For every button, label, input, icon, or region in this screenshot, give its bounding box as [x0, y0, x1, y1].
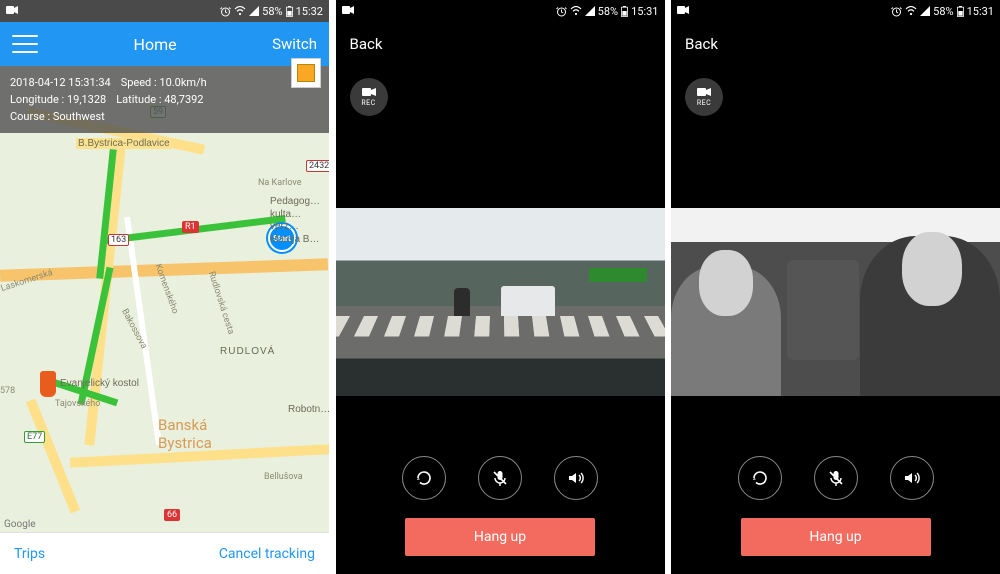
label-rudlovska: Rudlovská cesta: [206, 270, 236, 335]
android-status-bar: 58% 15:31: [336, 0, 665, 22]
google-attribution: Google: [4, 519, 36, 530]
speaker-button[interactable]: [554, 456, 598, 500]
android-status-bar: 58% 15:31: [671, 0, 1000, 22]
label-tajovskeho: Tajovského: [55, 399, 100, 409]
alarm-icon: [556, 6, 567, 17]
video-feed-front[interactable]: [336, 208, 665, 396]
battery-pct: 58%: [933, 5, 953, 18]
video-feed-interior[interactable]: [671, 208, 1000, 396]
info-latitude: 48,7392: [164, 93, 203, 106]
video-header: Back: [671, 22, 1000, 66]
label-rudlova: RUDLOVÁ: [220, 346, 275, 357]
status-time: 15:32: [296, 5, 323, 18]
mic-mute-button[interactable]: [814, 456, 858, 500]
record-button[interactable]: REC: [685, 78, 723, 116]
battery-pct: 58%: [262, 5, 282, 18]
back-button[interactable]: Back: [685, 35, 718, 53]
label-pedagog: Pedagog… kulta… verz… Mateja B…: [270, 196, 320, 246]
alarm-icon: [891, 6, 902, 17]
rec-label: REC: [361, 100, 375, 107]
wifi-icon: [570, 6, 582, 16]
label-elev578: 578: [0, 386, 15, 396]
video-header: Back: [336, 22, 665, 66]
call-controls: [671, 456, 1000, 500]
label-city: Banská Bystrica: [158, 416, 212, 452]
menu-icon[interactable]: [12, 35, 38, 53]
alarm-icon: [220, 6, 231, 17]
cancel-tracking-button[interactable]: Cancel tracking: [219, 546, 315, 562]
camera-icon: [697, 87, 711, 99]
road-shield-r1: R1: [182, 221, 199, 233]
video-screen-front: 58% 15:31 Back REC Hang up: [336, 0, 665, 574]
switch-button[interactable]: Switch: [272, 35, 317, 53]
rec-label: REC: [697, 100, 711, 107]
refresh-button[interactable]: [738, 456, 782, 500]
map-screen: 58% 15:32 Home Switch Start 163 R1 59 E7…: [0, 0, 329, 574]
battery-icon: [286, 6, 293, 17]
map-layers-button[interactable]: [291, 58, 321, 88]
status-time: 15:31: [631, 5, 658, 18]
mic-mute-button[interactable]: [478, 456, 522, 500]
app-bar: Home Switch: [0, 22, 329, 66]
battery-icon: [957, 6, 964, 17]
road-shield-e77: E77: [24, 431, 45, 443]
car-marker[interactable]: [40, 371, 56, 397]
camcorder-icon: [342, 5, 354, 18]
label-bellusova: Bellušova: [264, 472, 303, 482]
camera-icon: [362, 87, 376, 99]
battery-icon: [621, 6, 628, 17]
video-screen-interior: 58% 15:31 Back REC Hang up: [671, 0, 1000, 574]
hang-up-button[interactable]: Hang up: [741, 518, 931, 556]
label-podlavice: B.Bystrica-Podlavice: [76, 138, 172, 149]
info-timestamp: 2018-04-12 15:31:34: [10, 74, 111, 91]
label-robotn: Robotn…: [288, 404, 329, 415]
back-button[interactable]: Back: [350, 35, 383, 53]
road-shield-2432: 2432: [306, 160, 329, 172]
map-canvas[interactable]: Start 163 R1 59 E77 66 2432 B.Bystrica-P…: [0, 66, 329, 532]
signal-icon: [585, 6, 595, 16]
wifi-icon: [234, 6, 246, 16]
hang-up-button[interactable]: Hang up: [405, 518, 595, 556]
road-shield-163: 163: [108, 234, 129, 246]
refresh-button[interactable]: [402, 456, 446, 500]
tracking-info-overlay: 2018-04-12 15:31:34 Speed : 10.0km/h Lon…: [0, 66, 329, 133]
signal-icon: [920, 6, 930, 16]
info-longitude: 19,1328: [67, 93, 106, 106]
signal-icon: [249, 6, 259, 16]
label-na-karlove: Na Karlove: [258, 178, 301, 188]
label-evanjelicky: Evanjelický kostol: [60, 378, 139, 389]
wifi-icon: [905, 6, 917, 16]
info-speed: 10.0km/h: [159, 76, 206, 89]
road-shield-66: 66: [164, 509, 180, 521]
page-title: Home: [134, 35, 177, 54]
call-controls: [336, 456, 665, 500]
battery-pct: 58%: [598, 5, 618, 18]
speaker-button[interactable]: [890, 456, 934, 500]
android-status-bar: 58% 15:32: [0, 0, 329, 22]
camcorder-icon: [6, 5, 18, 18]
camcorder-icon: [677, 5, 689, 18]
status-time: 15:31: [967, 5, 994, 18]
trips-button[interactable]: Trips: [14, 546, 45, 562]
record-button[interactable]: REC: [350, 78, 388, 116]
bottom-toolbar: Trips Cancel tracking: [0, 532, 329, 574]
info-course: Southwest: [53, 110, 105, 123]
